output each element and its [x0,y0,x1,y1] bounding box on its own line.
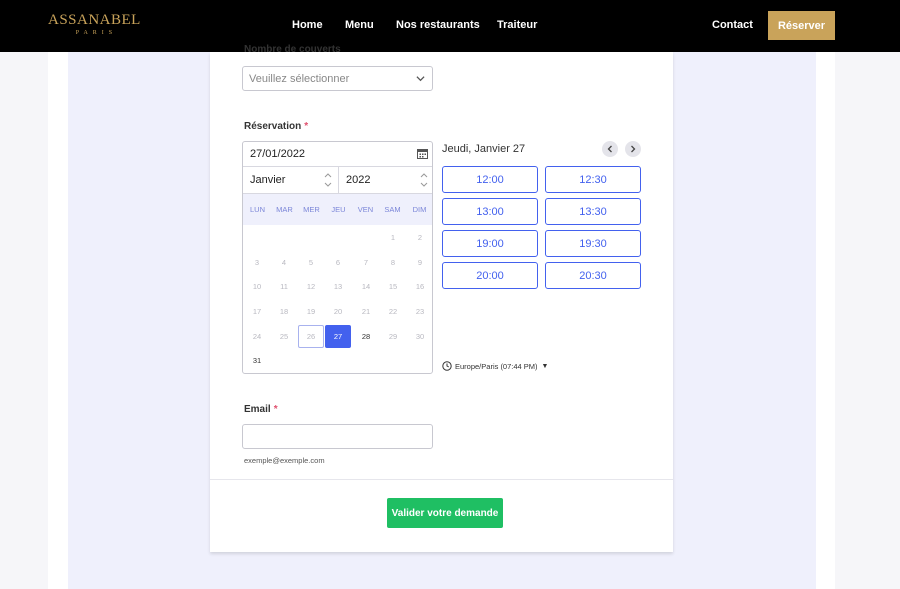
timezone-selector[interactable]: Europe/Paris (07:44 PM) ▼ [442,361,548,371]
prev-day-button[interactable] [602,141,618,157]
logo[interactable]: ASSANABEL PARIS [48,13,141,37]
weekday-label: SAM [384,205,401,214]
time-slot[interactable]: 13:00 [442,198,538,225]
up-down-arrows-icon [324,173,332,187]
up-down-arrows-icon [420,173,428,187]
email-label-text: Email [244,404,271,415]
calendar-day[interactable]: 31 [244,349,270,372]
calendar-day: 23 [415,307,425,316]
next-day-button[interactable] [625,141,641,157]
calendar-day: 13 [333,282,343,291]
email-hint: exemple@exemple.com [244,456,325,465]
email-label: Email * [244,404,278,415]
chevron-right-icon [631,145,636,153]
calendar-day: 19 [306,307,316,316]
form-divider [210,479,673,480]
covers-select[interactable]: Veuillez sélectionner [242,66,433,91]
calendar-day: 8 [390,258,396,267]
nav-menu[interactable]: Menu [345,19,374,31]
calendar-day: 2 [417,233,423,242]
nav-contact[interactable]: Contact [712,19,753,31]
year-select-value: 2022 [346,174,371,186]
covers-select-value: Veuillez sélectionner [249,73,350,85]
weekday-label: VEN [357,205,374,214]
calendar-day: 25 [279,332,289,341]
calendar-day: 17 [252,307,262,316]
time-slot[interactable]: 12:30 [545,166,641,193]
weekday-label: DIM [412,205,427,214]
logo-main-text: ASSANABEL [48,12,141,28]
time-slot[interactable]: 13:30 [545,198,641,225]
covers-label: Nombre de couverts [244,44,341,55]
calendar-day-today[interactable]: 26 [298,325,324,348]
year-select[interactable]: 2022 [339,167,432,194]
calendar-day: 20 [333,307,343,316]
site-header: ASSANABEL PARIS Home Menu Nos restaurant… [0,0,900,52]
calendar-day: 11 [280,282,288,291]
month-select-value: Janvier [250,174,286,186]
calendar-icon[interactable] [417,148,428,159]
weekday-label: MER [303,205,320,214]
calendar-day: 29 [388,332,398,341]
time-slot[interactable]: 19:30 [545,230,641,257]
calendar-day-selected[interactable]: 27 [325,325,351,348]
calendar-day: 30 [415,332,425,341]
calendar-day: 5 [308,258,314,267]
time-slot[interactable]: 12:00 [442,166,538,193]
weekday-header: LUN MAR MER JEU VEN SAM DIM [243,194,432,225]
required-mark: * [304,121,309,132]
weekday-label: LUN [249,205,265,214]
time-slot[interactable]: 20:30 [545,262,641,289]
month-select[interactable]: Janvier [243,167,339,194]
calendar-day: 15 [388,282,398,291]
calendar-day: 10 [252,282,262,291]
chevron-left-icon [607,145,612,153]
reservation-label: Réservation * [244,121,308,132]
calendar-day[interactable]: 28 [353,325,379,348]
date-input[interactable]: 27/01/2022 [243,142,432,167]
calendar-day: 14 [361,282,371,291]
calendar-day: 1 [390,233,396,242]
logo-sub-text: PARIS [75,30,118,36]
calendar-day: 16 [415,282,425,291]
datepicker: 27/01/2022 Janvier 2022 LUN MAR MER JEU … [242,141,433,374]
calendar-day: 18 [279,307,289,316]
calendar-day: 4 [281,258,287,267]
time-slot[interactable]: 19:00 [442,230,538,257]
reservation-label-text: Réservation [244,121,302,132]
reserve-button[interactable]: Réserver [768,11,835,40]
required-mark: * [273,404,278,415]
calendar-day: 7 [363,258,369,267]
weekday-label: JEU [331,205,346,214]
nav-home[interactable]: Home [292,19,323,31]
chevron-down-icon [416,76,425,82]
nav-traiteur[interactable]: Traiteur [497,19,537,31]
calendar-day: 24 [252,332,262,341]
selected-date-title: Jeudi, Janvier 27 [442,143,526,155]
caret-down-icon: ▼ [541,362,549,370]
calendar-day: 22 [388,307,398,316]
calendar-day: 12 [306,282,316,291]
weekday-label: MAR [276,205,293,214]
timezone-label: Europe/Paris (07:44 PM) [455,361,538,371]
calendar-day: 9 [417,258,423,267]
date-input-value: 27/01/2022 [250,148,306,160]
calendar-day: 3 [254,258,260,267]
email-field[interactable] [242,424,433,449]
time-slot[interactable]: 20:00 [442,262,538,289]
calendar-day: 21 [361,307,371,316]
clock-icon [442,361,452,371]
submit-button[interactable]: Valider votre demande [387,498,503,528]
calendar-day: 6 [335,258,341,267]
nav-restaurants[interactable]: Nos restaurants [396,19,480,31]
